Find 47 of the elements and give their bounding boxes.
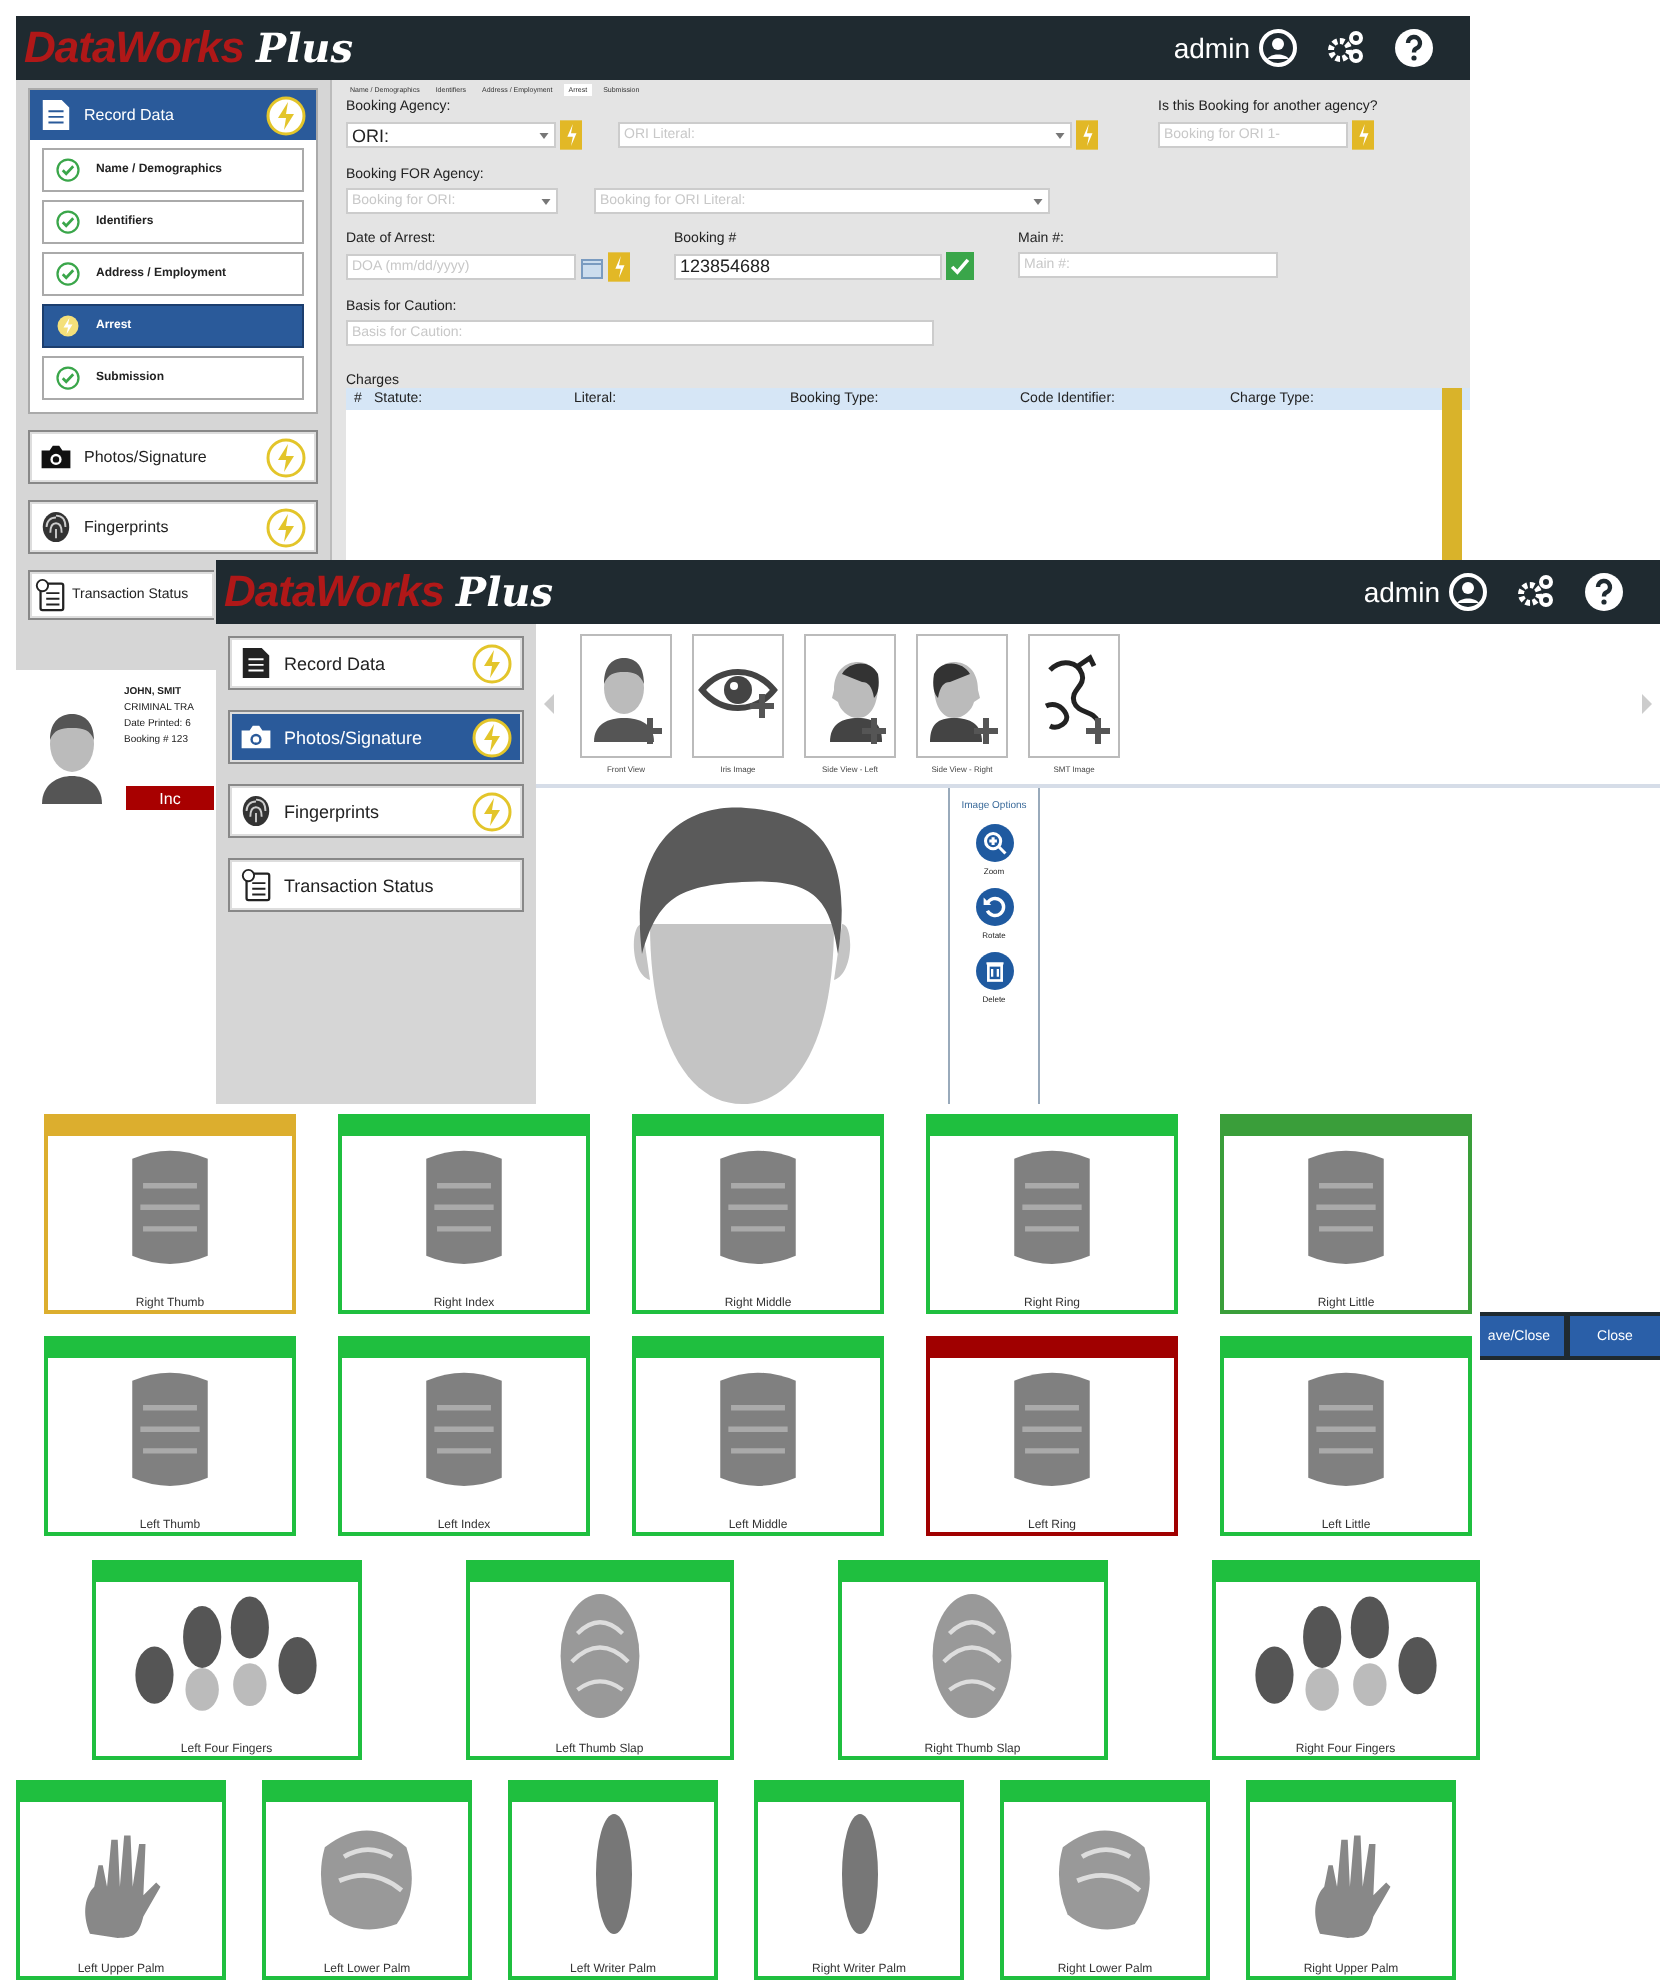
camera-icon bbox=[40, 440, 72, 474]
user-icon[interactable] bbox=[1258, 28, 1298, 68]
sidebar-item[interactable]: Record Data bbox=[30, 90, 316, 140]
sidebar-item[interactable]: Photos/Signature bbox=[228, 710, 524, 764]
logo-text: DataWorks bbox=[24, 22, 245, 74]
scroll-bar[interactable] bbox=[1442, 388, 1462, 560]
capture-tile[interactable] bbox=[916, 634, 1008, 758]
logo-text: DataWorks bbox=[224, 566, 445, 618]
status-bar: Inc bbox=[126, 786, 214, 810]
help-icon[interactable] bbox=[1394, 28, 1434, 68]
trash-icon[interactable] bbox=[975, 952, 1013, 990]
zoom-icon[interactable] bbox=[975, 824, 1013, 862]
sidebar-item[interactable]: Fingerprints bbox=[228, 784, 524, 838]
help-icon[interactable] bbox=[1584, 572, 1624, 612]
caret-icon bbox=[538, 129, 550, 141]
user-name: admin bbox=[1173, 32, 1250, 64]
palm-edge-drawing bbox=[595, 1814, 631, 1934]
user-name: admin bbox=[1363, 576, 1440, 608]
capture-tile[interactable] bbox=[1028, 634, 1120, 758]
checklist-icon bbox=[240, 868, 272, 902]
input-field[interactable]: ORI: bbox=[346, 122, 556, 148]
capture-tile[interactable] bbox=[804, 634, 896, 758]
thumbprint-drawing bbox=[932, 1594, 1013, 1718]
capture-tile[interactable] bbox=[692, 634, 784, 758]
logo-text: Plus bbox=[456, 568, 553, 616]
fingerprint-icon bbox=[240, 794, 272, 828]
capture-tile[interactable] bbox=[580, 634, 672, 758]
document-icon bbox=[40, 98, 72, 132]
rotate-icon[interactable] bbox=[975, 888, 1013, 926]
sidebar-item[interactable]: Record Data bbox=[228, 636, 524, 690]
fingerprint-icon bbox=[40, 510, 72, 544]
thumbprint-drawing bbox=[559, 1594, 640, 1718]
settings-icon[interactable] bbox=[1516, 572, 1556, 612]
document-icon bbox=[240, 646, 272, 680]
caret-icon bbox=[1032, 195, 1044, 207]
sidebar-item[interactable]: Photos/Signature bbox=[28, 430, 318, 484]
palm-edge-drawing bbox=[841, 1814, 877, 1934]
settings-icon[interactable] bbox=[1326, 28, 1366, 68]
sidebar-item[interactable]: Transaction Status bbox=[228, 858, 524, 912]
sidebar-item[interactable]: Fingerprints bbox=[28, 500, 318, 554]
caret-icon bbox=[540, 195, 552, 207]
logo-text: Plus bbox=[256, 24, 353, 72]
user-icon[interactable] bbox=[1448, 572, 1488, 612]
caret-icon bbox=[1054, 129, 1066, 141]
checklist-icon bbox=[34, 578, 66, 612]
camera-icon bbox=[240, 720, 272, 754]
input-field[interactable]: 123854688 bbox=[674, 253, 942, 279]
